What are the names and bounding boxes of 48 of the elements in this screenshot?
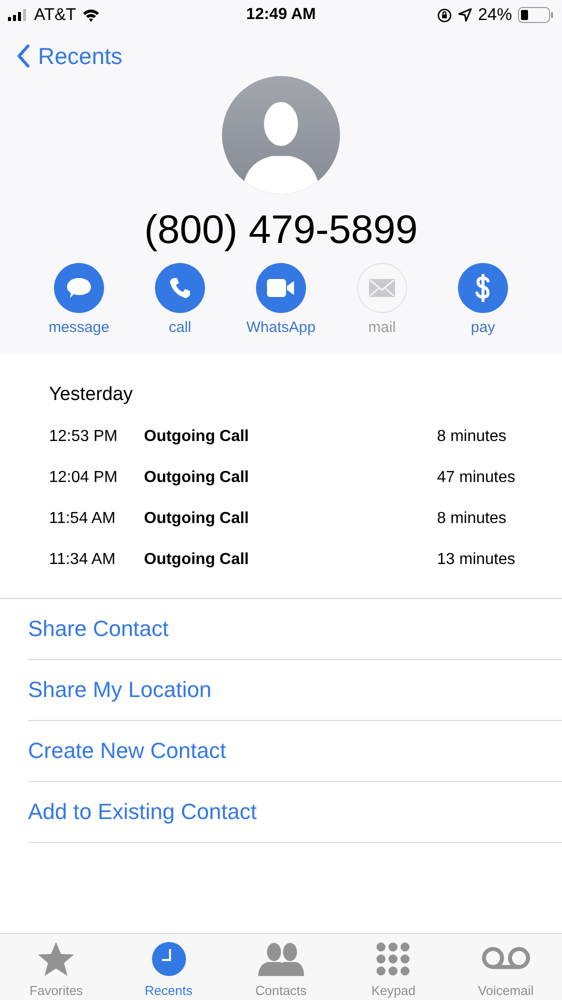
video-camera-icon	[267, 279, 295, 297]
people-icon	[258, 942, 304, 976]
call-duration: 8 minutes	[437, 510, 506, 528]
speech-bubble-icon	[66, 276, 92, 300]
star-icon	[37, 941, 76, 977]
clock-icon	[152, 942, 186, 976]
call-type: Outgoing Call	[144, 550, 250, 568]
voicemail-tab[interactable]: Voicemail	[450, 934, 562, 1000]
contact-option-link[interactable]: Create New Contact	[28, 721, 562, 782]
carrier-name: AT&T	[34, 5, 76, 25]
recents-tab[interactable]: Recents	[112, 934, 225, 1000]
message-button[interactable]: message	[28, 263, 130, 336]
call-type: Outgoing Call	[144, 428, 250, 446]
phone-number: (800) 479-5899	[144, 208, 418, 253]
battery-icon	[518, 7, 554, 23]
chevron-icon	[16, 44, 30, 68]
voicemail-icon	[480, 947, 531, 971]
call-duration: 13 minutes	[437, 550, 516, 568]
favorites-tab[interactable]: Favorites	[0, 934, 112, 1000]
call-time: 12:53 PM	[49, 428, 118, 446]
contact-option-link[interactable]: Share My Location	[28, 660, 562, 721]
rotation-lock-icon	[436, 8, 452, 22]
keypad-tab[interactable]: Keypad	[337, 934, 450, 1000]
status-time: 12:49 AM	[246, 6, 316, 24]
contacts-tab[interactable]: Contacts	[224, 934, 338, 1000]
pay-button[interactable]: pay	[432, 263, 534, 336]
phone-icon	[168, 276, 192, 300]
envelope-icon	[369, 279, 395, 297]
call-time: 11:54 AM	[49, 510, 116, 528]
call-time: 12:04 PM	[49, 468, 118, 486]
contact-option-link[interactable]: Share Contact	[28, 599, 562, 660]
call-type: Outgoing Call	[144, 510, 250, 528]
wifi-icon	[82, 8, 100, 22]
call-duration: 8 minutes	[437, 428, 506, 446]
call-type: Outgoing Call	[144, 468, 250, 486]
video-button[interactable]: WhatsApp	[230, 263, 332, 336]
date-heading: Yesterday	[49, 384, 134, 406]
signal-icon	[8, 9, 28, 21]
keypad-icon	[376, 942, 410, 976]
avatar-icon	[222, 76, 340, 194]
battery-percent: 24%	[478, 5, 512, 25]
call-time: 11:34 AM	[49, 550, 116, 568]
location-icon	[458, 8, 472, 22]
call-duration: 47 minutes	[437, 468, 516, 486]
back-button[interactable]: Recents	[16, 42, 122, 70]
contact-option-link[interactable]: Add to Existing Contact	[28, 782, 562, 843]
call-button[interactable]: call	[130, 263, 230, 336]
dollar-icon	[475, 274, 491, 302]
